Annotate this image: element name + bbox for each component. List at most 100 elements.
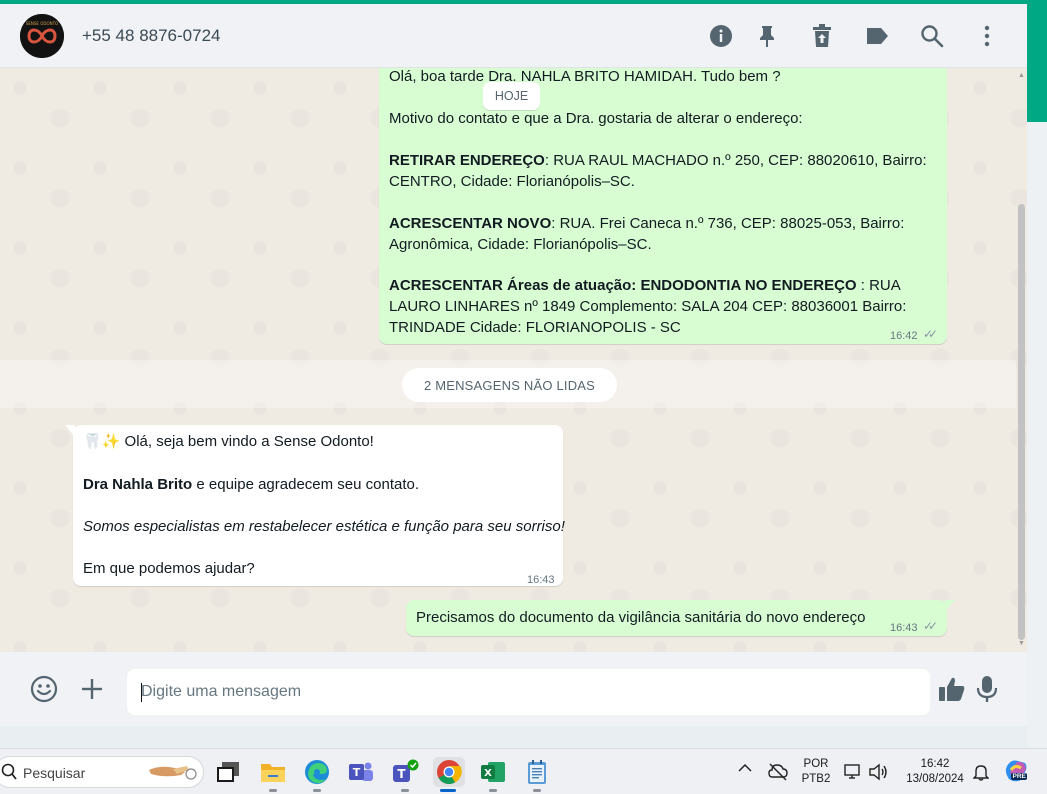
clock-time: 16:42 (920, 758, 950, 770)
thumbs-up-icon[interactable] (937, 674, 967, 704)
message-bold-text: Dra Nahla Brito (83, 476, 193, 493)
chrome-icon (437, 760, 462, 785)
message-text: Agronômica, Cidade: Florianópolis–SC. (389, 236, 652, 253)
app-running-indicator (489, 789, 497, 792)
app-running-indicator (269, 789, 277, 792)
window-side-panel (1027, 122, 1047, 748)
scroll-down-icon[interactable]: ▼ (1018, 640, 1025, 647)
copilot-icon[interactable]: PRE (1003, 758, 1029, 784)
message-text: Olá, boa tarde Dra. NAHLA BRITO HAMIDAH.… (389, 68, 781, 85)
double-check-icon: ✓✓ (923, 619, 938, 633)
volume-icon[interactable] (868, 763, 888, 781)
message-text: : RUA RAUL MACHADO n.º 250, CEP: 8802061… (544, 152, 927, 169)
bubble-tail (945, 600, 955, 612)
scroll-up-icon[interactable]: ▲ (1018, 72, 1025, 79)
keyboard-layout: PTB2 (801, 773, 831, 785)
taskbar-search[interactable]: Pesquisar (0, 756, 204, 788)
message-bold-text: ACRESCENTAR Áreas de atuação: ENDODONTIA… (389, 277, 857, 294)
keyboard-language[interactable]: POR PTB2 (800, 757, 832, 787)
info-icon[interactable] (708, 23, 734, 49)
bubble-tail (65, 425, 75, 437)
taskbar-edge[interactable] (302, 757, 332, 792)
message-outgoing[interactable]: Olá, boa tarde Dra. NAHLA BRITO HAMIDAH.… (379, 68, 947, 344)
app-running-indicator (401, 789, 409, 792)
double-check-icon: ✓✓ (923, 327, 938, 341)
message-input-box[interactable] (127, 669, 930, 715)
message-italic-text: Somos especialistas em restabelecer esté… (83, 518, 565, 535)
message-text: ACRESCENTAR Áreas de atuação: ENDODONTIA… (389, 275, 901, 296)
message-text: Precisamos do documento da vigilância sa… (416, 609, 866, 626)
message-bold-text: RETIRAR ENDEREÇO (389, 152, 545, 169)
message-time: 16:43 (890, 622, 918, 634)
display-icon[interactable] (844, 763, 862, 781)
app-running-indicator (533, 789, 541, 792)
compose-bar (0, 652, 1027, 726)
message-text: TRINDADE Cidade: FLORIANOPOLIS - SC (389, 319, 681, 336)
delete-icon[interactable] (809, 23, 835, 49)
taskbar-search-label: Pesquisar (23, 765, 86, 781)
edge-icon (305, 760, 329, 784)
message-text: CENTRO, Cidade: Florianópolis–SC. (389, 173, 635, 190)
whatsapp-window: SENSE ODONTO +55 48 8876-0724 Olá, boa t… (0, 4, 1027, 726)
message-text: : RUA (856, 277, 901, 294)
chat-header: SENSE ODONTO +55 48 8876-0724 (0, 4, 1027, 68)
pin-icon[interactable] (754, 23, 780, 49)
message-bold-text: ACRESCENTAR NOVO (389, 215, 552, 232)
teams-icon: T (349, 762, 373, 781)
search-highlight-icon (149, 766, 197, 780)
date-separator: HOJE (483, 82, 540, 110)
teams-work-icon: T (393, 759, 419, 782)
clock-date: 13/08/2024 (906, 773, 964, 785)
search-icon[interactable] (919, 23, 945, 49)
message-text: RETIRAR ENDEREÇO: RUA RAUL MACHADO n.º 2… (389, 150, 927, 171)
taskbar-notepad[interactable] (522, 757, 552, 792)
app-active-indicator (440, 789, 456, 792)
message-text: : RUA. Frei Caneca n.º 736, CEP: 88025-0… (551, 215, 905, 232)
contact-name[interactable]: +55 48 8876-0724 (82, 26, 221, 46)
emoji-icon[interactable] (29, 674, 59, 704)
message-time: 16:43 (527, 574, 555, 586)
scroll-thumb[interactable] (1018, 204, 1025, 640)
label-icon[interactable] (864, 23, 890, 49)
taskbar-teams[interactable]: T (390, 757, 420, 792)
notepad-icon (528, 760, 546, 784)
search-icon (1, 763, 17, 780)
message-text: e equipe agradecem seu contato. (192, 476, 420, 493)
notification-bell-icon[interactable] (973, 763, 989, 781)
excel-icon: X (481, 762, 505, 782)
message-incoming[interactable]: 🦷✨ Olá, seja bem vindo a Sense Odonto! D… (73, 425, 565, 586)
windows-taskbar: Pesquisar T T X POR PTB2 16:42 13/08/202… (0, 748, 1047, 794)
microphone-icon[interactable] (972, 674, 1002, 704)
system-clock[interactable]: 16:42 13/08/2024 (898, 757, 972, 787)
message-text: 🦷✨ Olá, seja bem vindo a Sense Odonto! (83, 433, 374, 450)
attach-plus-icon[interactable] (77, 674, 107, 704)
svg-text:T: T (353, 766, 361, 779)
contact-avatar[interactable]: SENSE ODONTO (20, 14, 64, 58)
message-input[interactable] (141, 669, 916, 715)
task-view-icon (217, 762, 239, 782)
preview-badge: PRE (1011, 773, 1028, 780)
message-text: Dra Nahla Brito e equipe agradecem seu c… (83, 474, 419, 495)
network-offline-icon[interactable] (768, 763, 788, 781)
menu-icon[interactable] (974, 23, 1000, 49)
folder-icon (261, 764, 285, 782)
svg-text:X: X (484, 768, 492, 779)
taskbar-file-explorer[interactable] (258, 757, 288, 792)
message-text: LAURO LINHARES nº 1849 Complemento: SALA… (389, 298, 907, 315)
taskbar-excel[interactable]: X (478, 757, 508, 792)
unread-messages-label: 2 MENSAGENS NÃO LIDAS (402, 368, 617, 402)
svg-text:SENSE ODONTO: SENSE ODONTO (26, 21, 58, 26)
message-text: ACRESCENTAR NOVO: RUA. Frei Caneca n.º 7… (389, 213, 904, 234)
taskbar-teams-classic[interactable]: T (346, 757, 376, 787)
app-running-indicator (313, 789, 321, 792)
message-text: Em que podemos ajudar? (83, 560, 255, 577)
message-outgoing[interactable]: Precisamos do documento da vigilância sa… (406, 600, 947, 636)
chat-scrollbar[interactable]: ▲ ▼ (1016, 68, 1027, 652)
chat-messages-area[interactable]: Olá, boa tarde Dra. NAHLA BRITO HAMIDAH.… (0, 68, 1027, 652)
taskbar-chrome[interactable] (433, 757, 465, 792)
svg-text:T: T (397, 767, 406, 781)
language-code: POR (803, 758, 829, 770)
tray-chevron-up-icon[interactable] (738, 763, 752, 773)
message-text: Motivo do contato e que a Dra. gostaria … (389, 110, 803, 127)
taskbar-task-view[interactable] (213, 757, 243, 787)
